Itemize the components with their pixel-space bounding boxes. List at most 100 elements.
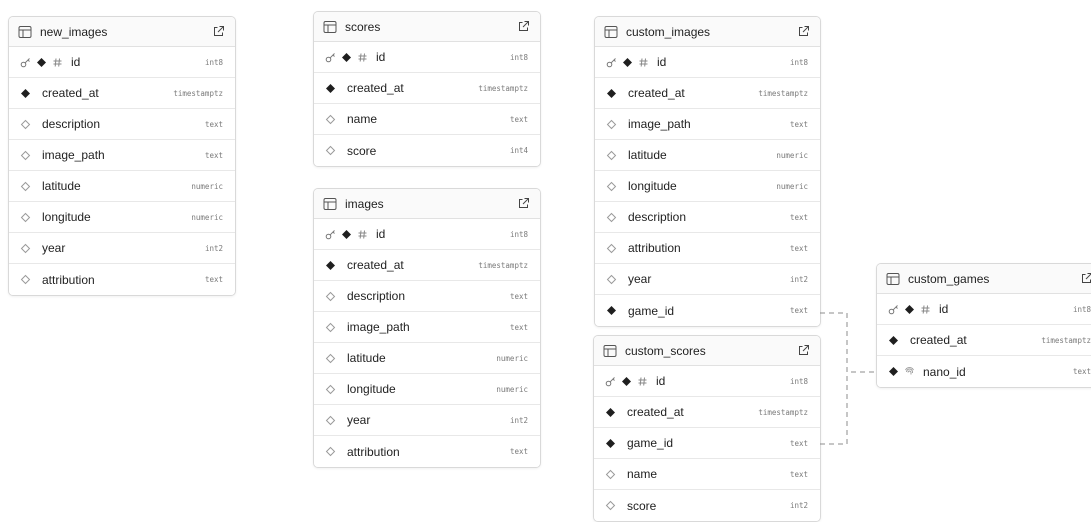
column-markers (20, 274, 34, 285)
table-name: custom_scores (625, 343, 706, 358)
table-header[interactable]: custom_scores (594, 336, 820, 366)
column-markers (606, 181, 620, 192)
column-row-description[interactable]: description text (595, 202, 820, 233)
nullable-diamond-icon (20, 119, 31, 129)
column-markers (325, 446, 339, 457)
column-type: numeric (776, 150, 808, 160)
column-type: text (509, 291, 528, 301)
column-type: int8 (509, 229, 528, 239)
column-name: year (628, 272, 652, 286)
table-card-custom-scores[interactable]: custom_scores id int8 created_at timestamptz… (593, 335, 821, 522)
table-card-custom-images[interactable]: custom_imagesid int8 created_at timestamptz… (594, 16, 821, 327)
non-nullable-diamond-icon (607, 88, 616, 98)
column-row-longitude[interactable]: longitude numeric (314, 374, 540, 405)
primary-key-icon (888, 304, 898, 314)
column-name: longitude (42, 210, 91, 224)
table-card-images[interactable]: images id int8 created_at timestamptz descrip… (313, 188, 541, 468)
column-row-longitude[interactable]: longitude numeric (9, 202, 235, 233)
column-name: created_at (347, 81, 404, 95)
column-row-latitude[interactable]: latitude numeric (314, 343, 540, 374)
open-table-icon[interactable] (517, 197, 530, 210)
column-name: year (42, 241, 66, 255)
relation-custom-scores-game-id-to-custom-games (820, 372, 848, 445)
column-row-score[interactable]: score int4 (314, 135, 540, 166)
column-row-longitude[interactable]: longitude numeric (595, 171, 820, 202)
table-header[interactable]: custom_games (877, 264, 1091, 294)
column-row-attribution[interactable]: attribution text (314, 436, 540, 467)
column-row-description[interactable]: description text (9, 109, 235, 140)
column-row-created-at[interactable]: created_at timestamptz (595, 78, 820, 109)
column-row-score[interactable]: score int2 (594, 490, 820, 521)
nullable-diamond-icon (20, 150, 31, 160)
table-name: custom_games (908, 271, 990, 286)
open-table-icon[interactable] (517, 20, 530, 33)
column-row-id[interactable]: id int8 (594, 366, 820, 397)
column-name: nano_id (923, 364, 966, 379)
column-row-id[interactable]: id int8 (314, 42, 540, 73)
column-row-year[interactable]: year int2 (314, 405, 540, 436)
column-row-game-id[interactable]: game_id text (595, 295, 820, 326)
column-row-created-at[interactable]: created_at timestamptz (877, 325, 1091, 356)
column-type: int8 (1072, 304, 1091, 314)
open-table-icon[interactable] (797, 344, 810, 357)
column-name: created_at (628, 86, 685, 100)
column-name: id (71, 55, 81, 69)
nullable-diamond-icon (20, 243, 31, 253)
column-row-description[interactable]: description text (314, 281, 540, 312)
nullable-diamond-icon (605, 500, 616, 511)
column-row-name[interactable]: name text (594, 459, 820, 490)
column-row-created-at[interactable]: created_at timestamptz (314, 73, 540, 104)
nullable-diamond-icon (20, 212, 31, 222)
column-name: id (657, 55, 667, 69)
nullable-diamond-icon (325, 322, 336, 332)
column-type: int8 (789, 57, 808, 67)
schema-canvas[interactable]: new_images id int8 created_at timestamptz des… (0, 0, 1091, 522)
column-row-id[interactable]: id int8 (314, 219, 540, 250)
column-markers (325, 353, 339, 364)
column-name: id (939, 302, 949, 316)
open-table-icon[interactable] (212, 25, 225, 38)
primary-key-icon (325, 229, 335, 239)
column-row-name[interactable]: name text (314, 104, 540, 135)
column-row-id[interactable]: id int8 (595, 47, 820, 78)
table-header[interactable]: custom_images (595, 17, 820, 47)
column-row-created-at[interactable]: created_at timestamptz (9, 78, 235, 109)
table-header[interactable]: scores (314, 12, 540, 42)
column-name: id (656, 374, 666, 388)
column-row-nano-id[interactable]: nano_id text (877, 356, 1091, 387)
column-markers (606, 305, 620, 316)
column-row-latitude[interactable]: latitude numeric (595, 140, 820, 171)
column-row-image-path[interactable]: image_path text (9, 140, 235, 171)
column-row-game-id[interactable]: game_id text (594, 428, 820, 459)
column-row-latitude[interactable]: latitude numeric (9, 171, 235, 202)
column-name: latitude (42, 179, 81, 193)
table-header[interactable]: images (314, 189, 540, 219)
nullable-diamond-icon (606, 243, 617, 253)
primary-key-icon (605, 376, 615, 386)
column-row-id[interactable]: id int8 (877, 294, 1091, 325)
column-row-year[interactable]: year int2 (9, 233, 235, 264)
column-row-attribution[interactable]: attribution text (9, 264, 235, 295)
table-card-custom-games[interactable]: custom_games id int8 created_at timestamptz n… (876, 263, 1091, 388)
column-markers (606, 274, 620, 285)
table-name: new_images (40, 24, 108, 39)
column-row-id[interactable]: id int8 (9, 47, 235, 78)
identity-hash-icon (358, 229, 367, 239)
open-table-icon[interactable] (797, 25, 810, 38)
column-row-attribution[interactable]: attribution text (595, 233, 820, 264)
table-card-new-images[interactable]: new_images id int8 created_at timestamptz des… (8, 16, 236, 296)
column-markers (605, 500, 619, 511)
column-row-year[interactable]: year int2 (595, 264, 820, 295)
column-markers (606, 119, 620, 130)
column-name: game_id (627, 436, 674, 450)
table-header[interactable]: new_images (9, 17, 235, 47)
column-row-image-path[interactable]: image_path text (595, 109, 820, 140)
open-table-icon[interactable] (1080, 272, 1091, 285)
column-row-created-at[interactable]: created_at timestamptz (314, 250, 540, 281)
column-row-created-at[interactable]: created_at timestamptz (594, 397, 820, 428)
table-card-scores[interactable]: scores id int8 created_at timestamptz name tex… (313, 11, 541, 167)
column-type: numeric (776, 181, 808, 191)
column-row-image-path[interactable]: image_path text (314, 312, 540, 343)
column-markers (325, 291, 339, 302)
column-type: numeric (191, 212, 223, 222)
